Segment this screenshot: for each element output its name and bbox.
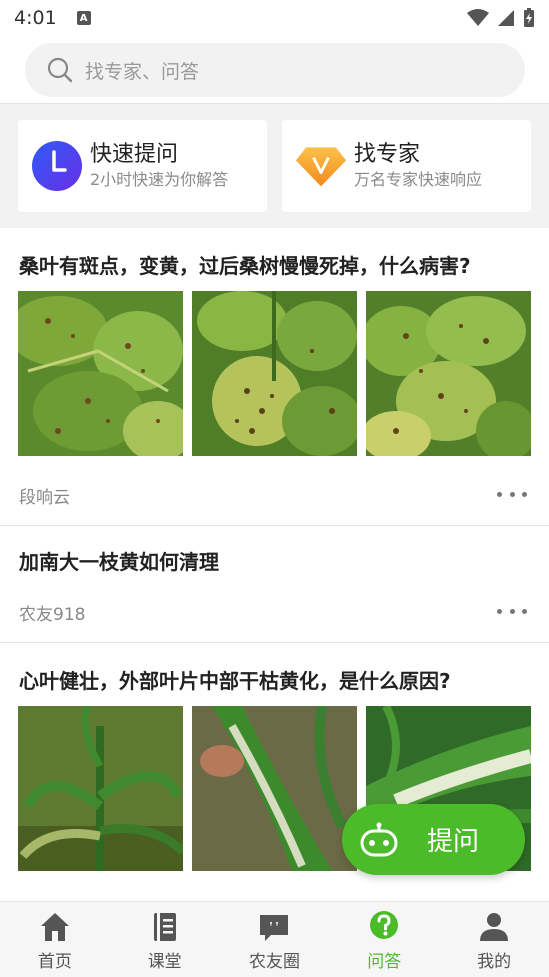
question-icon xyxy=(370,911,399,939)
more-options-icon[interactable] xyxy=(497,601,527,621)
find-expert-card[interactable]: 找专家 万名专家快速响应 xyxy=(282,120,531,212)
quick-actions: 快速提问 2小时快速为你解答 找专家 万名专家快速响应 xyxy=(0,105,549,227)
tab-community[interactable]: 农友圈 xyxy=(220,902,330,977)
robot-icon xyxy=(360,822,398,856)
chat-bubble-icon xyxy=(260,915,289,941)
question-item[interactable]: 加南大一枝黄如何清理 农友918 xyxy=(0,526,549,643)
question-title[interactable]: 桑叶有斑点，变黄，过后桑树慢慢死掉，什么病害? xyxy=(0,250,490,279)
corn-plant-photo[interactable] xyxy=(18,706,183,871)
tab-label: 农友圈 xyxy=(248,952,300,972)
question-item[interactable]: 心叶健壮，外部叶片中部干枯黄化，是什么原因? xyxy=(0,643,549,943)
find-expert-title: 找专家 xyxy=(354,142,421,167)
search-bar: 找专家、问答 xyxy=(0,36,549,104)
tab-label: 首页 xyxy=(37,952,72,972)
question-author: 段响云 xyxy=(19,488,70,508)
quick-ask-subtitle: 2小时快速为你解答 xyxy=(90,170,229,189)
question-images xyxy=(18,291,531,456)
status-bar: 4:01 A xyxy=(0,0,549,36)
mulberry-leaf-photo[interactable] xyxy=(18,291,183,456)
user-icon xyxy=(480,913,509,941)
notification-icon: A xyxy=(76,11,91,25)
search-input[interactable]: 找专家、问答 xyxy=(25,43,525,97)
clock-icon xyxy=(32,141,82,191)
tab-label: 问答 xyxy=(367,952,402,972)
search-icon xyxy=(47,57,73,83)
ask-question-button[interactable]: 提问 xyxy=(342,804,525,875)
status-icons xyxy=(467,8,535,28)
home-icon xyxy=(40,913,69,941)
signal-icon xyxy=(498,10,514,26)
question-title[interactable]: 加南大一枝黄如何清理 xyxy=(0,546,238,575)
search-placeholder: 找专家、问答 xyxy=(85,60,200,83)
corn-leaf-photo[interactable] xyxy=(192,706,357,871)
quick-ask-card[interactable]: 快速提问 2小时快速为你解答 xyxy=(18,120,267,212)
tab-profile[interactable]: 我的 xyxy=(439,902,549,977)
question-author: 农友918 xyxy=(19,605,86,625)
wifi-icon xyxy=(467,9,489,26)
diamond-v-icon xyxy=(295,147,347,187)
status-time: 4:01 xyxy=(14,7,57,29)
tab-classroom[interactable]: 课堂 xyxy=(110,902,220,977)
question-title[interactable]: 心叶健壮，外部叶片中部干枯黄化，是什么原因? xyxy=(0,665,470,694)
quick-ask-title: 快速提问 xyxy=(90,142,179,167)
more-options-icon[interactable] xyxy=(497,484,527,504)
tab-qa[interactable]: 问答 xyxy=(329,902,439,977)
mulberry-leaf-photo[interactable] xyxy=(192,291,357,456)
find-expert-subtitle: 万名专家快速响应 xyxy=(354,170,483,189)
tab-home[interactable]: 首页 xyxy=(0,902,110,977)
book-icon xyxy=(153,913,176,941)
question-item[interactable]: 桑叶有斑点，变黄，过后桑树慢慢死掉，什么病害? 段响云 xyxy=(0,228,549,526)
bottom-tab-bar: 首页 课堂 农友圈 问答 我的 xyxy=(0,901,549,977)
ask-button-label: 提问 xyxy=(427,827,480,857)
tab-label: 课堂 xyxy=(147,952,182,972)
tab-label: 我的 xyxy=(477,952,512,972)
mulberry-leaf-photo[interactable] xyxy=(366,291,531,456)
battery-icon xyxy=(524,8,534,27)
qa-page: 4:01 A 找专家、问答 快速提问 2小时快速为你解答 找专家 万名专家快速响… xyxy=(0,0,549,977)
